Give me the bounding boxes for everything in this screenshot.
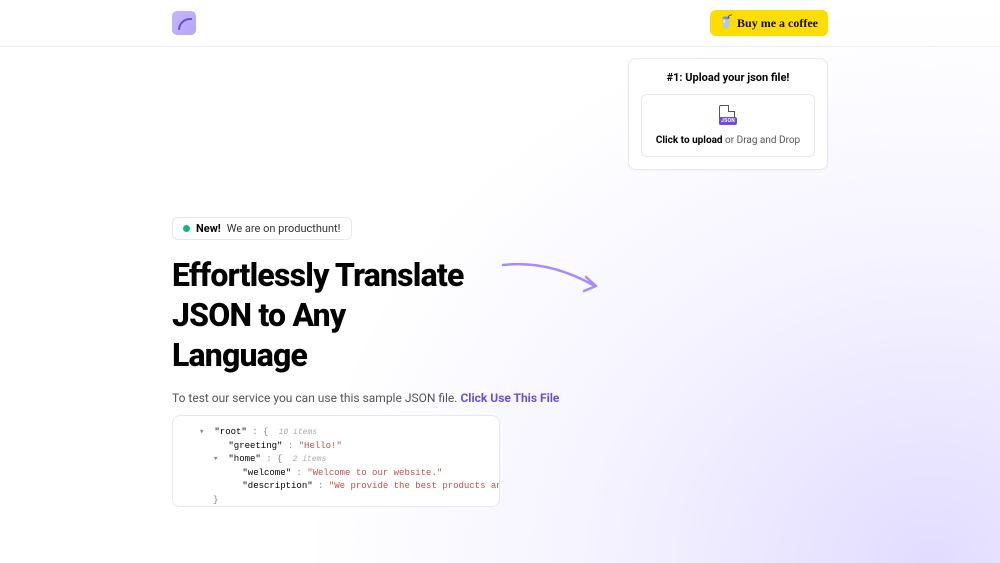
json-file-icon: JSON [719,105,737,127]
upload-instructions: Click to upload or Drag and Drop [650,135,806,146]
buy-me-coffee-button[interactable]: Buy me a coffee [710,10,828,36]
status-dot-icon [183,225,190,232]
coffee-label: Buy me a coffee [737,16,818,31]
json-sample-preview: ▾ "root" : { 10 items "greeting" : "Hell… [172,415,500,507]
producthunt-badge[interactable]: New! We are on producthunt! [172,217,352,240]
upload-dropzone[interactable]: JSON Click to upload or Drag and Drop [641,94,815,157]
arrow-decoration [498,255,608,300]
coffee-icon [720,15,732,31]
upload-card: #1: Upload your json file! JSON Click to… [628,58,828,170]
use-this-file-link[interactable]: Click Use This File [460,391,559,405]
caret-down-icon[interactable]: ▾ [213,453,223,467]
caret-down-icon[interactable]: ▾ [199,426,209,440]
hero-title: Effortlessly Translate JSON to Any Langu… [172,255,472,375]
logo[interactable] [172,11,196,35]
badge-new-label: New! [196,222,221,235]
hero-subtitle: To test our service you can use this sam… [172,391,828,405]
badge-text: We are on producthunt! [227,222,341,235]
upload-step-title: #1: Upload your json file! [641,71,815,84]
